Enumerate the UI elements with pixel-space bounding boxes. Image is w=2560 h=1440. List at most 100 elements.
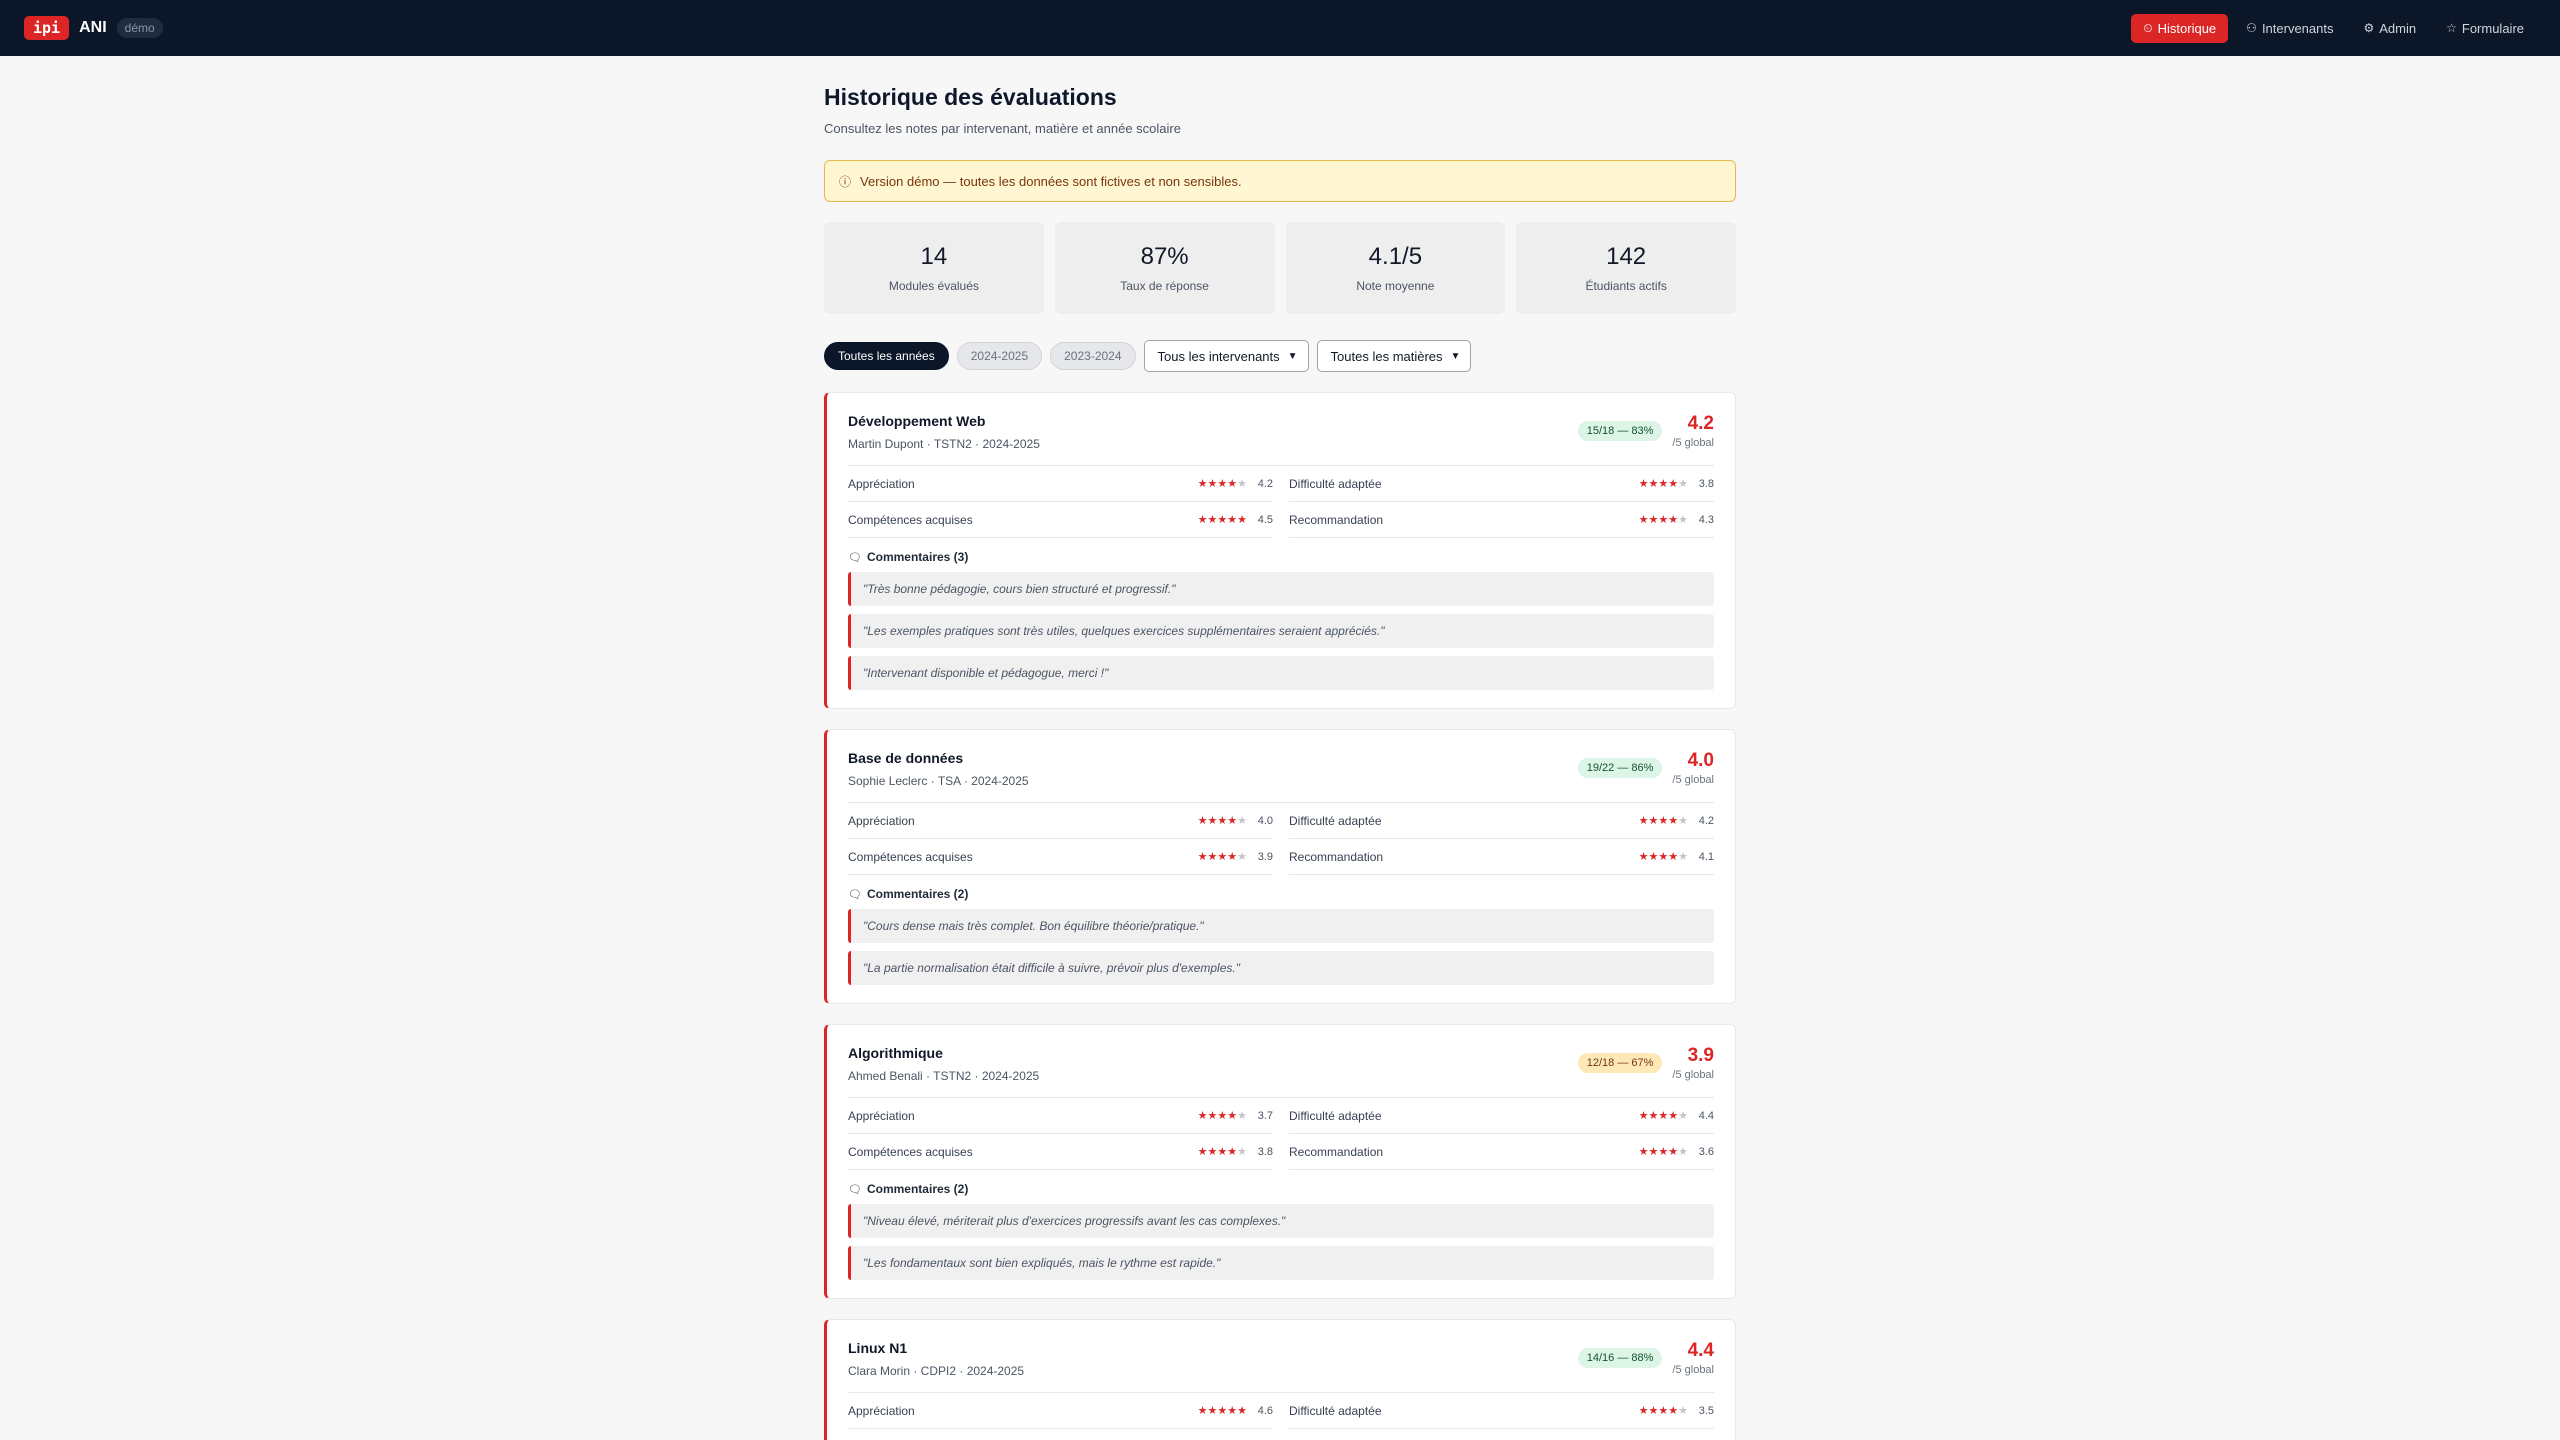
comments-count-label: Commentaires (2) bbox=[866, 887, 969, 901]
stat-value: 4.1/5 bbox=[1368, 243, 1423, 270]
criterion-label: Recommandation bbox=[1289, 849, 1384, 864]
card-header: Développement Web Martin Dupont · TSTN2 … bbox=[848, 413, 1714, 451]
star-filled-icon: ★ bbox=[1207, 1110, 1218, 1122]
star-rating: ★★★★★ bbox=[1639, 477, 1688, 490]
criterion-value: 4.5 bbox=[1257, 513, 1273, 526]
nav-historique[interactable]: ⏲ Historique bbox=[2131, 13, 2229, 43]
evaluation-card: Base de données Sophie Leclerc · TSA · 2… bbox=[824, 729, 1736, 1004]
criterion-value: 3.8 bbox=[1698, 477, 1714, 490]
criterion-label: Compétences acquises bbox=[848, 512, 973, 527]
stat-value: 87% bbox=[1140, 243, 1189, 270]
nav-admin[interactable]: ⚙ Admin bbox=[2351, 14, 2428, 43]
card-header: Base de données Sophie Leclerc · TSA · 2… bbox=[848, 750, 1714, 788]
star-filled-icon: ★ bbox=[1217, 478, 1228, 490]
criterion-label: Appréciation bbox=[848, 476, 915, 491]
star-filled-icon: ★ bbox=[1227, 478, 1238, 490]
score-suffix: /5 global bbox=[1672, 1069, 1714, 1081]
criterion-row: Difficulté adaptée ★★★★★ 4.2 bbox=[1289, 803, 1714, 839]
star-filled-icon: ★ bbox=[1227, 851, 1238, 863]
stat-etudiants: 142 Étudiants actifs bbox=[1516, 222, 1736, 314]
star-filled-icon: ★ bbox=[1217, 1110, 1228, 1122]
nav-formulaire[interactable]: ☆ Formulaire bbox=[2434, 14, 2536, 43]
global-score: 3.9 bbox=[1687, 1045, 1714, 1066]
star-filled-icon: ★ bbox=[1638, 1146, 1649, 1158]
criterion-row: Difficulté adaptée ★★★★★ 3.5 bbox=[1289, 1393, 1714, 1429]
top-navbar: ipi ANI démo ⏲ Historique ⚇ Intervenants… bbox=[0, 0, 2560, 56]
star-filled-icon: ★ bbox=[1648, 815, 1659, 827]
criterion-value: 3.7 bbox=[1257, 1109, 1273, 1122]
intervenant-select-value: Tous les intervenants bbox=[1157, 348, 1280, 364]
star-filled-icon: ★ bbox=[1648, 1110, 1659, 1122]
filter-year-all[interactable]: Toutes les années bbox=[824, 342, 949, 370]
stat-value: 14 bbox=[920, 243, 948, 270]
criterion-label: Difficulté adaptée bbox=[1289, 813, 1382, 828]
criterion-value: 4.2 bbox=[1257, 477, 1273, 490]
star-empty-icon: ★ bbox=[1237, 815, 1247, 827]
star-filled-icon: ★ bbox=[1648, 514, 1659, 526]
star-filled-icon: ★ bbox=[1237, 514, 1247, 526]
comments-section: 🗨 Commentaires (2) "Niveau élevé, mérite… bbox=[848, 1182, 1714, 1286]
star-filled-icon: ★ bbox=[1197, 1146, 1208, 1158]
star-filled-icon: ★ bbox=[1227, 1110, 1238, 1122]
star-filled-icon: ★ bbox=[1638, 514, 1649, 526]
star-filled-icon: ★ bbox=[1217, 815, 1228, 827]
comments-header[interactable]: 🗨 Commentaires (2) bbox=[848, 1182, 1714, 1196]
star-filled-icon: ★ bbox=[1658, 1146, 1669, 1158]
star-filled-icon: ★ bbox=[1648, 478, 1659, 490]
criterion-value: 3.8 bbox=[1257, 1145, 1273, 1158]
star-rating: ★★★★★ bbox=[1639, 814, 1688, 827]
criterion-row: Compétences acquises ★★★★★ 3.9 bbox=[848, 839, 1273, 875]
evaluation-cards: Développement Web Martin Dupont · TSTN2 … bbox=[824, 392, 1736, 1440]
app-name: ANI bbox=[79, 19, 107, 36]
criterion-row: Appréciation ★★★★★ 4.6 bbox=[848, 1393, 1273, 1429]
nav-formulaire-label: Formulaire bbox=[2461, 20, 2524, 36]
nav-links: ⏲ Historique ⚇ Intervenants ⚙ Admin ☆ Fo… bbox=[2131, 13, 2536, 43]
star-rating: ★★★★★ bbox=[1639, 513, 1688, 526]
star-filled-icon: ★ bbox=[1197, 478, 1208, 490]
criterion-label: Recommandation bbox=[1289, 1144, 1384, 1159]
comment-item: "Niveau élevé, mériterait plus d'exercic… bbox=[848, 1204, 1714, 1238]
star-rating: ★★★★★ bbox=[1639, 1145, 1688, 1158]
comments-section: 🗨 Commentaires (3) "Très bonne pédagogie… bbox=[848, 550, 1714, 696]
star-rating: ★★★★★ bbox=[1198, 1109, 1247, 1122]
criterion-row: Compétences acquises ★★★★★ 3.8 bbox=[848, 1134, 1273, 1170]
star-filled-icon: ★ bbox=[1638, 815, 1649, 827]
star-filled-icon: ★ bbox=[1207, 851, 1218, 863]
stat-label: Modules évalués bbox=[888, 279, 979, 293]
page-subtitle: Consultez les notes par intervenant, mat… bbox=[824, 121, 1181, 136]
filter-year-2023-2024[interactable]: 2023-2024 bbox=[1050, 342, 1136, 370]
comments-header[interactable]: 🗨 Commentaires (2) bbox=[848, 887, 1714, 901]
intervenant-select[interactable]: Tous les intervenants ▼ bbox=[1143, 340, 1309, 372]
response-rate-badge: 12/18 — 67% bbox=[1577, 1053, 1663, 1073]
star-filled-icon: ★ bbox=[1197, 815, 1208, 827]
criterion-value: 3.9 bbox=[1257, 850, 1273, 863]
star-filled-icon: ★ bbox=[1658, 478, 1669, 490]
star-filled-icon: ★ bbox=[1658, 851, 1669, 863]
nav-intervenants[interactable]: ⚇ Intervenants bbox=[2234, 14, 2345, 43]
gear-icon: ⚙ bbox=[2363, 21, 2375, 35]
star-rating: ★★★★★ bbox=[1198, 477, 1247, 490]
comment-item: "Cours dense mais très complet. Bon équi… bbox=[848, 909, 1714, 943]
ipi-logo[interactable]: ipi bbox=[24, 16, 70, 40]
response-rate-badge: 15/18 — 83% bbox=[1577, 421, 1663, 441]
star-filled-icon: ★ bbox=[1197, 1405, 1208, 1417]
card-header: Algorithmique Ahmed Benali · TSTN2 · 202… bbox=[848, 1045, 1714, 1083]
evaluation-card: Algorithmique Ahmed Benali · TSTN2 · 202… bbox=[824, 1024, 1736, 1299]
matiere-select[interactable]: Toutes les matières ▼ bbox=[1316, 340, 1472, 372]
comments-header[interactable]: 🗨 Commentaires (3) bbox=[848, 550, 1714, 564]
comment-icon: 🗨 bbox=[848, 1183, 862, 1196]
criterion-label: Recommandation bbox=[1289, 512, 1384, 527]
star-filled-icon: ★ bbox=[1207, 815, 1218, 827]
comments-count-label: Commentaires (2) bbox=[866, 1182, 969, 1196]
evaluation-card: Linux N1 Clara Morin · CDPI2 · 2024-2025… bbox=[824, 1319, 1736, 1440]
filter-year-2024-2025[interactable]: 2024-2025 bbox=[956, 342, 1043, 370]
star-empty-icon: ★ bbox=[1237, 478, 1247, 490]
alert-text: Version démo — toutes les données sont f… bbox=[860, 173, 1242, 189]
star-filled-icon: ★ bbox=[1207, 478, 1218, 490]
criterion-label: Difficulté adaptée bbox=[1289, 1108, 1382, 1123]
star-filled-icon: ★ bbox=[1638, 1405, 1649, 1417]
star-filled-icon: ★ bbox=[1197, 851, 1208, 863]
criterion-label: Compétences acquises bbox=[848, 849, 973, 864]
main-content: Historique des évaluations Consultez les… bbox=[824, 56, 1736, 1440]
filters-bar: Toutes les années 2024-2025 2023-2024 To… bbox=[824, 340, 1736, 372]
